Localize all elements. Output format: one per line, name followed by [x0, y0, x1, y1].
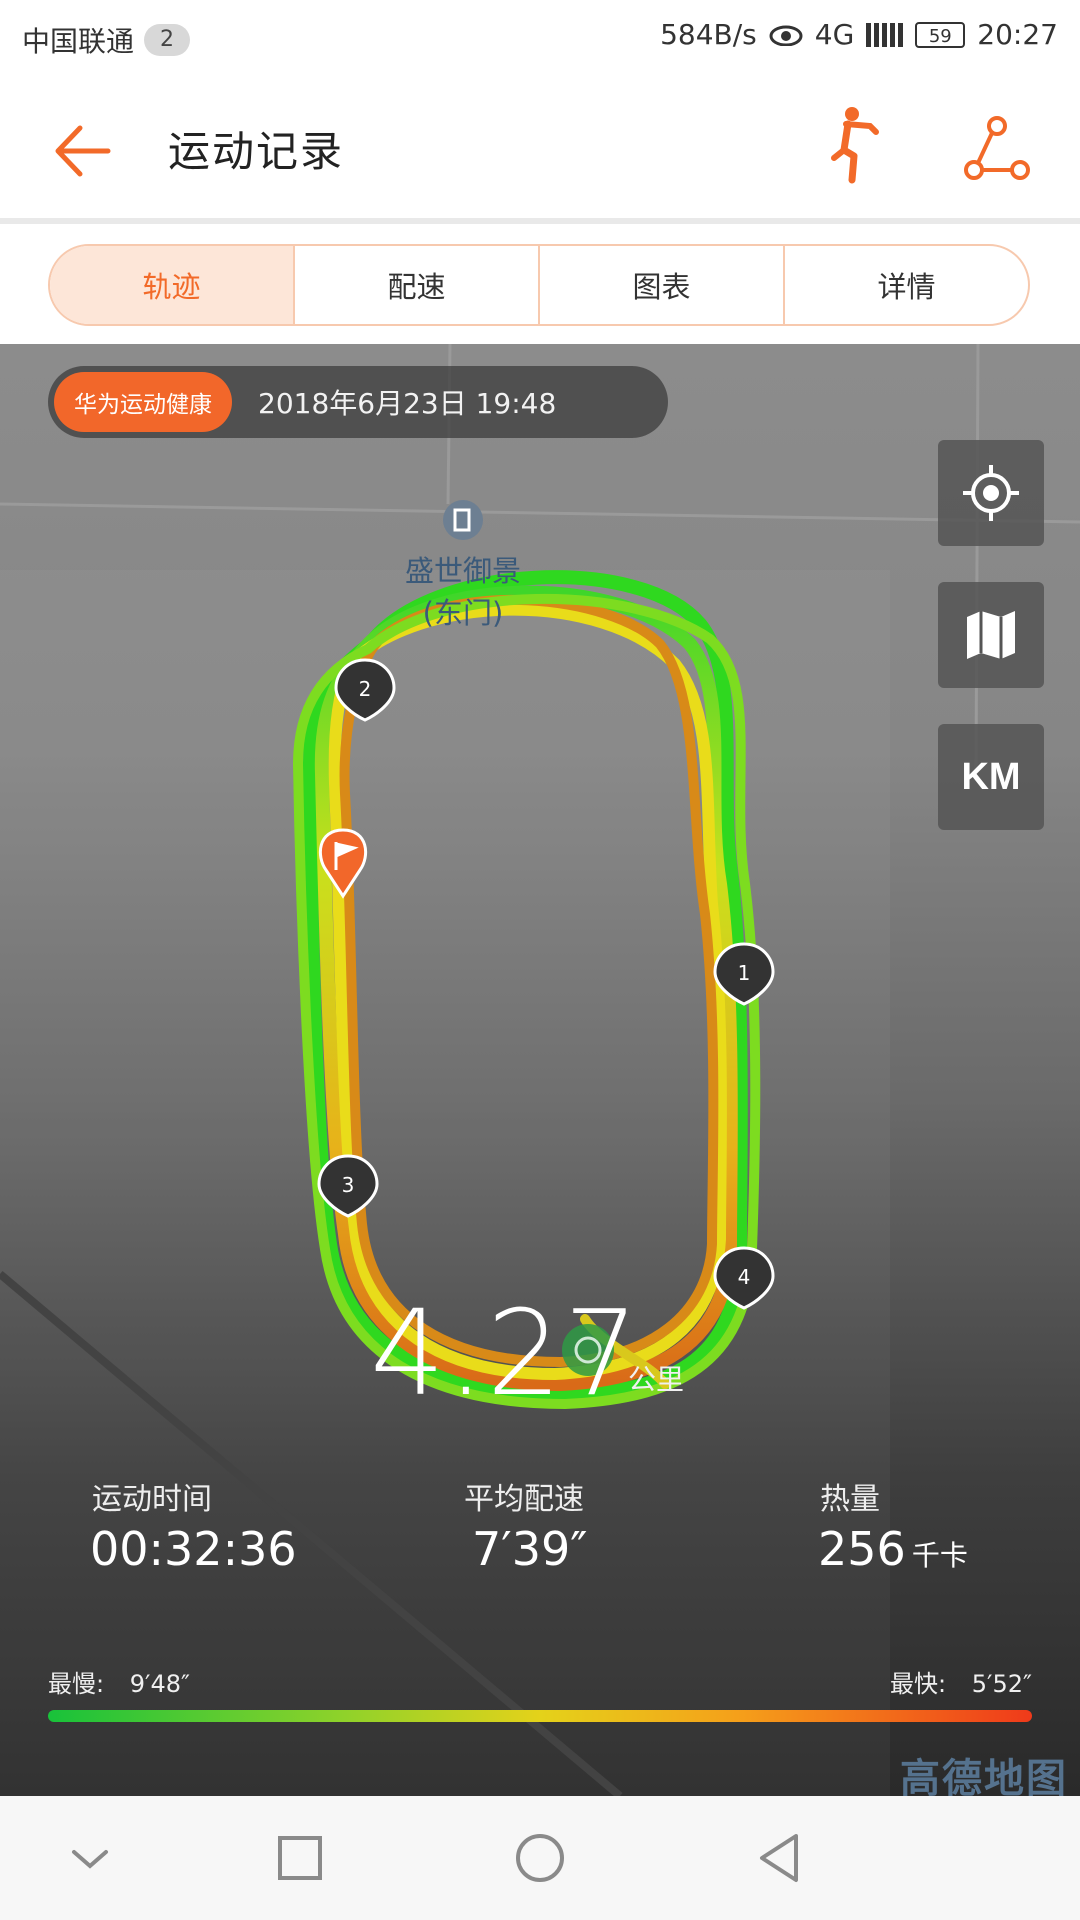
source-pill: 华为运动健康 2018年6月23日 19:48 — [48, 366, 668, 438]
calories-number: 256 — [818, 1522, 906, 1576]
poi-label: 盛世御景 (东门) — [380, 550, 546, 634]
locate-icon — [963, 465, 1019, 521]
app-bar: 运动记录 — [0, 76, 1080, 220]
slowest-label: 最慢: — [48, 1670, 105, 1698]
eye-comfort-icon — [769, 25, 803, 46]
runner-icon[interactable] — [826, 106, 886, 186]
avg-pace-value: 7′39″ — [472, 1522, 588, 1576]
fastest-pace: 最快: 5′52″ — [890, 1664, 1032, 1699]
calories-value: 256 千卡 — [818, 1522, 968, 1576]
workout-date: 2018年6月23日 19:48 — [258, 387, 557, 420]
distance-unit: 公里 — [628, 1363, 685, 1396]
km-marker-3-label: 3 — [342, 1173, 355, 1197]
total-distance: 4.27 — [370, 1284, 641, 1422]
nav-home-icon[interactable] — [512, 1830, 568, 1886]
system-nav-bar — [0, 1796, 1080, 1920]
map-icon — [967, 611, 1015, 659]
slowest-pace: 最慢: 9′48″ — [48, 1664, 190, 1699]
duration-value: 00:32:36 — [90, 1522, 297, 1576]
fastest-label: 最快: — [890, 1670, 947, 1698]
tab-charts[interactable]: 图表 — [538, 246, 783, 324]
signal-icon — [866, 22, 904, 47]
calories-unit: 千卡 — [911, 1539, 968, 1572]
poi-name: 盛世御景 — [404, 554, 521, 588]
duration-label: 运动时间 — [92, 1482, 212, 1517]
status-left: 中国联通 2 — [22, 20, 191, 60]
status-bar: 中国联通 2 584B/s 4G 59 20:27 — [0, 0, 1080, 76]
km-marker-1-label: 1 — [738, 961, 751, 985]
km-toggle-label: KM — [961, 755, 1021, 798]
source-badge: 华为运动健康 — [54, 372, 232, 432]
net-speed: 584B/s — [660, 18, 757, 51]
poi-gate-icon — [443, 500, 483, 540]
fastest-value: 5′52″ — [971, 1670, 1032, 1698]
amap-watermark: 高德地图 — [900, 1756, 1068, 1796]
km-marker-4-label: 4 — [738, 1265, 751, 1289]
nav-collapse-icon[interactable] — [62, 1830, 118, 1886]
tab-details[interactable]: 详情 — [783, 246, 1028, 324]
sim-badge: 2 — [144, 24, 191, 56]
clock: 20:27 — [977, 18, 1058, 51]
arrow-left-icon[interactable] — [48, 116, 118, 186]
network-type: 4G — [814, 18, 855, 51]
pace-color-scale — [48, 1710, 1032, 1722]
carrier-name: 中国联通 — [22, 25, 135, 58]
nav-recents-icon[interactable] — [272, 1830, 328, 1886]
tab-track[interactable]: 轨迹 — [50, 246, 293, 324]
nav-back-icon[interactable] — [752, 1830, 808, 1886]
km-marker-2-label: 2 — [359, 677, 372, 701]
track-map[interactable]: 1 2 3 4 华为运动健康 2018年6月23日 19:48 盛世御景 (东门… — [0, 344, 1080, 1796]
battery-icon: 59 — [915, 21, 966, 48]
page-title: 运动记录 — [168, 127, 345, 176]
avg-pace-label: 平均配速 — [464, 1482, 584, 1517]
slowest-value: 9′48″ — [129, 1670, 190, 1698]
status-right: 584B/s 4G 59 20:27 — [660, 18, 1058, 51]
calories-label: 热量 — [820, 1482, 880, 1517]
route-share-icon[interactable] — [962, 114, 1032, 184]
km-toggle-button[interactable]: KM — [938, 724, 1044, 830]
poi-sub: (东门) — [422, 596, 504, 630]
tab-pace[interactable]: 配速 — [293, 246, 538, 324]
map-layer-button[interactable] — [938, 582, 1044, 688]
battery-level: 59 — [928, 25, 952, 47]
tab-bar: 轨迹 配速 图表 详情 — [48, 244, 1030, 326]
road-line — [0, 502, 1080, 524]
locate-button[interactable] — [938, 440, 1044, 546]
header-divider — [0, 218, 1080, 224]
